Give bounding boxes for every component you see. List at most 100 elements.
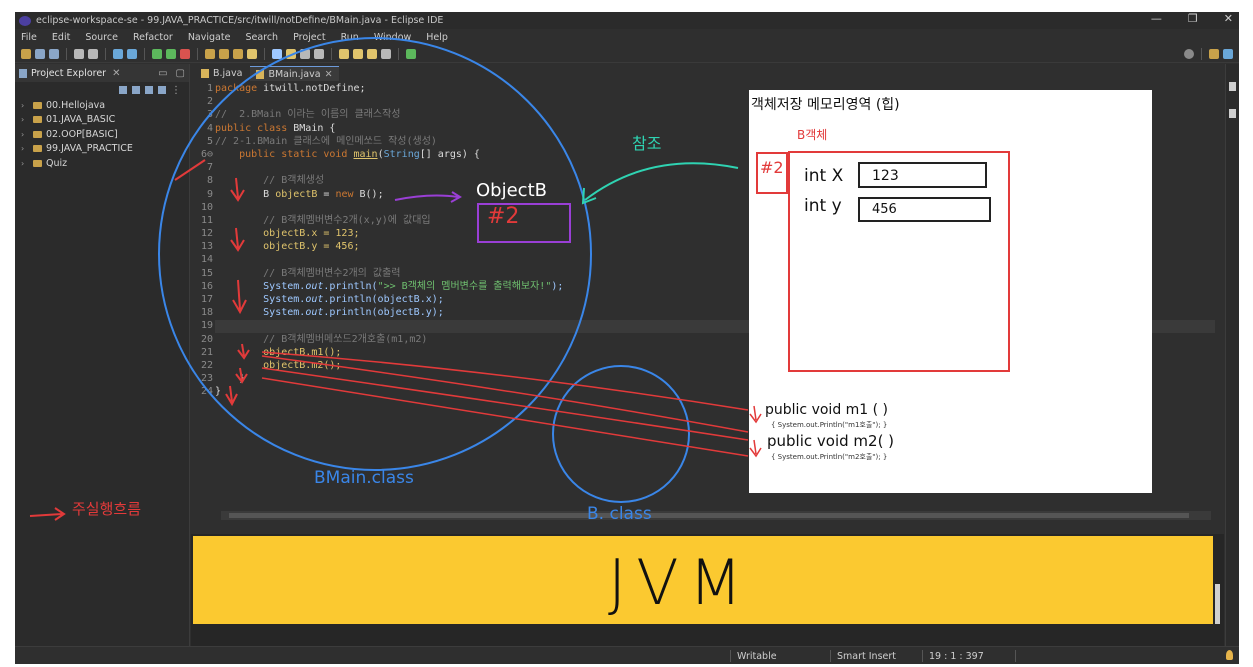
open-perspective-icon[interactable] (1209, 48, 1219, 59)
highlight-icon[interactable] (286, 48, 296, 59)
code-line: objectB.m1(); (215, 346, 342, 358)
insert-mode-status: Smart Insert (837, 651, 897, 662)
method-name: main (353, 148, 378, 160)
code-line: objectB.y = 456; (215, 241, 360, 253)
close-tab-icon[interactable]: ✕ (112, 68, 120, 79)
back-icon[interactable] (367, 48, 377, 59)
menu-run[interactable]: Run (341, 32, 359, 43)
java-file-icon (256, 69, 265, 79)
menu-edit[interactable]: Edit (52, 32, 70, 43)
menu-project[interactable]: Project (293, 32, 326, 43)
prev-annotation-icon[interactable] (353, 48, 363, 59)
tab-b-java[interactable]: B.java (195, 66, 248, 81)
run-icon[interactable] (166, 48, 176, 59)
explorer-toolbar: ⋮ (15, 82, 189, 98)
tab-bmain-java[interactable]: BMain.java ✕ (250, 66, 339, 81)
search-tool-icon[interactable] (247, 48, 257, 59)
focus-icon[interactable] (158, 86, 166, 94)
menu-window[interactable]: Window (374, 32, 411, 43)
expand-arrow-icon[interactable]: › (21, 144, 29, 153)
close-tab-icon[interactable]: ✕ (325, 69, 333, 80)
status-divider (922, 650, 923, 662)
code-text: System. (215, 280, 306, 292)
code-line: package itwill.notDefine; (215, 82, 563, 95)
tab-label: BMain.java (268, 68, 321, 80)
skip-breakpoints-icon[interactable] (127, 48, 137, 59)
menu-navigate[interactable]: Navigate (188, 32, 231, 43)
terminal-icon[interactable] (113, 48, 123, 59)
close-button[interactable]: ✕ (1224, 12, 1233, 25)
link-editor-icon[interactable] (132, 86, 140, 94)
expand-arrow-icon[interactable]: › (21, 101, 29, 110)
new-icon[interactable] (21, 48, 31, 59)
search-icon[interactable] (1184, 48, 1194, 59)
filter-icon[interactable] (145, 86, 153, 94)
scrollbar-thumb[interactable] (229, 513, 1189, 518)
toolbar-separator (398, 47, 399, 60)
vertical-scrollbar[interactable] (1215, 584, 1220, 624)
block-select-icon[interactable] (300, 48, 310, 59)
outline-icon[interactable] (1229, 82, 1236, 91)
collapse-all-icon[interactable] (119, 86, 127, 94)
pin-editor-icon[interactable] (406, 48, 416, 59)
method-m1-signature: public void m1 ( ) (765, 402, 889, 418)
field-x-value: 123 (872, 168, 899, 184)
object-caption: B객체 (797, 128, 828, 142)
forward-icon[interactable] (381, 48, 391, 59)
menu-refactor[interactable]: Refactor (133, 32, 173, 43)
toggle-mark-icon[interactable] (272, 48, 282, 59)
type-name: String (383, 148, 420, 160)
lightbulb-icon[interactable] (1226, 650, 1233, 660)
project-item[interactable]: › 01.JAVA_BASIC (15, 113, 189, 128)
debug-icon[interactable] (152, 48, 162, 59)
menu-search[interactable]: Search (245, 32, 278, 43)
open-type-icon[interactable] (233, 48, 243, 59)
code-line: public static void main(String[] args) { (215, 148, 563, 161)
menu-help[interactable]: Help (426, 32, 448, 43)
minimize-view-icon[interactable]: ▭ (158, 68, 167, 79)
horizontal-scrollbar[interactable] (221, 511, 1211, 520)
status-bar: Writable Smart Insert 19 : 1 : 397 (15, 646, 1239, 664)
code-text: [] args) { (419, 148, 480, 160)
project-item[interactable]: › Quiz (15, 156, 189, 171)
heap-title: 객체저장 메모리영역 (힙) (751, 97, 900, 113)
java-perspective-icon[interactable] (1223, 48, 1233, 59)
code-text: = (317, 188, 336, 200)
save-icon[interactable] (35, 48, 45, 59)
new-class-icon[interactable] (219, 48, 229, 59)
status-divider (1015, 650, 1016, 662)
project-item[interactable]: › 00.Hellojava (15, 98, 189, 113)
project-item[interactable]: › 02.OOP[BASIC] (15, 127, 189, 142)
view-menu-icon[interactable]: ⋮ (171, 85, 181, 96)
expand-arrow-icon[interactable]: › (21, 115, 29, 124)
redo-icon[interactable] (88, 48, 98, 59)
maximize-button[interactable]: ❐ (1188, 12, 1198, 25)
code-text: .println(objectB.x); (323, 294, 444, 305)
maximize-view-icon[interactable]: ▢ (176, 68, 185, 79)
save-all-icon[interactable] (49, 48, 59, 59)
expand-arrow-icon[interactable]: › (21, 130, 29, 139)
expand-arrow-icon[interactable]: › (21, 159, 29, 168)
toolbar-separator (1201, 47, 1202, 60)
code-text: .println(objectB.y); (323, 307, 444, 319)
new-package-icon[interactable] (205, 48, 215, 59)
line-number: 14 (200, 254, 213, 266)
project-explorer-tab[interactable]: Project Explorer ✕ ▭ ▢ (15, 64, 189, 82)
code-line: objectB.x = 123; (215, 228, 360, 240)
undo-icon[interactable] (74, 48, 84, 59)
code-comment: // B객체멤버변수2개의 값출력 (215, 267, 401, 279)
keyword: package (215, 83, 258, 94)
string-literal: ">> B객체의 멤버변수를 출력해보자!" (377, 280, 552, 292)
next-annotation-icon[interactable] (339, 48, 349, 59)
variable-name: objectB (275, 188, 318, 200)
menu-source[interactable]: Source (85, 32, 118, 43)
whitespace-icon[interactable] (314, 48, 324, 59)
menu-file[interactable]: File (21, 32, 37, 43)
minimize-button[interactable]: — (1151, 12, 1162, 25)
project-item[interactable]: › 99.JAVA_PRACTICE (15, 142, 189, 157)
toolbar-separator (105, 47, 106, 60)
status-divider (830, 650, 831, 662)
field-y-label: int y (804, 196, 842, 216)
external-tools-icon[interactable] (180, 48, 190, 59)
task-list-icon[interactable] (1229, 109, 1236, 118)
